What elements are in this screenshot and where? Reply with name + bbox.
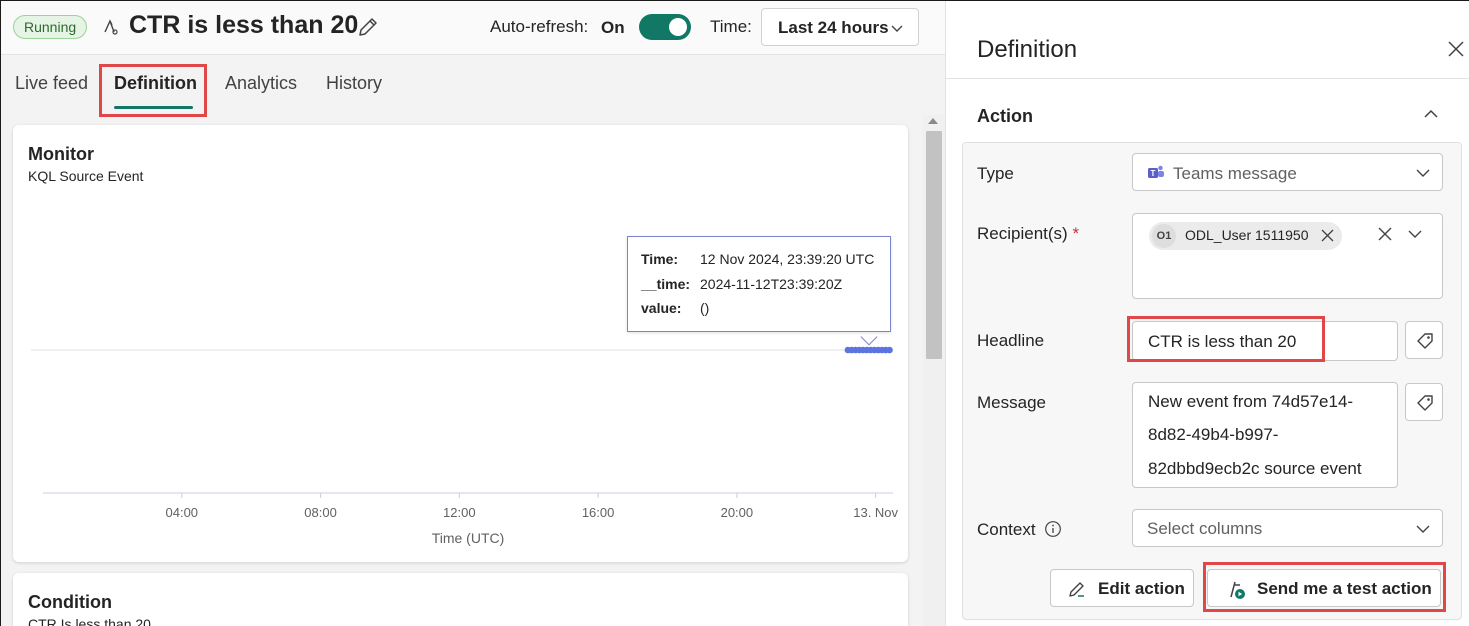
chevron-down-icon [890,21,904,35]
context-placeholder: Select columns [1147,519,1263,538]
teams-icon: T [1147,164,1165,187]
main-area: Running CTR is less than 20 Auto-refresh… [1,1,945,626]
type-label: Type [977,164,1014,183]
scroll-up-arrow-icon[interactable] [928,118,938,124]
headline-label: Headline [977,331,1045,350]
tab-live-feed[interactable]: Live feed [15,73,88,94]
tooltip-time-value: 12 Nov 2024, 23:39:20 UTC [700,251,875,267]
status-badge: Running [13,15,88,39]
avatar: O1 [1152,224,1176,248]
edit-action-icon [1067,579,1087,604]
recipients-field[interactable]: O1 ODL_User 1511950 [1132,213,1443,299]
tab-history[interactable]: History [326,73,382,94]
send-test-highlight [1203,562,1446,612]
recipient-pill: O1 ODL_User 1511950 [1149,222,1342,250]
x-tick-label: 13. Nov [853,505,898,520]
message-tag-button[interactable] [1405,383,1443,421]
x-axis-label: Time (UTC) [432,530,505,546]
time-range-dropdown[interactable]: Last 24 hours [761,8,919,46]
recipient-name: ODL_User 1511950 [1185,227,1309,243]
message-line-2: 8d82-49b4-b997- [1148,425,1279,444]
edit-action-label: Edit action [1098,579,1185,598]
type-value: Teams message [1173,164,1297,183]
condition-card: Condition CTR Is less than 20 [13,573,908,626]
condition-title: Condition [28,592,112,612]
time-range-value: Last 24 hours [778,18,889,37]
autorefresh-label: Auto-refresh: [490,17,589,36]
definition-tab-highlight [99,64,207,117]
definition-panel: Definition Action Type T Teams message R… [945,1,1469,626]
page-title: CTR is less than 20 [129,11,359,39]
message-line-1: New event from 74d57e14- [1148,392,1354,411]
tab-analytics[interactable]: Analytics [225,73,297,94]
chevron-down-icon [1415,165,1431,181]
monitor-chart[interactable]: 04:00 08:00 12:00 16:00 20:00 13. Nov Time (UT… [13,125,908,562]
edit-action-button[interactable]: Edit action [1050,569,1194,607]
rule-icon [101,17,121,37]
chevron-down-icon [1415,521,1431,537]
tooltip-value-key: value: [641,300,682,316]
action-section-label: Action [977,106,1033,126]
message-line-3: 82dbbd9ecb2c source event [1148,459,1362,478]
x-tick-label: 20:00 [721,505,754,520]
chevron-up-icon[interactable] [1422,105,1440,123]
type-dropdown[interactable]: T Teams message [1132,153,1443,191]
panel-title: Definition [977,36,1078,63]
message-label: Message [977,393,1046,412]
x-tick-label: 08:00 [304,505,337,520]
tooltip-ttime-value: 2024-11-12T23:39:20Z [700,276,843,292]
headline-highlight [1127,316,1325,362]
tooltip-time-key: Time: [641,251,679,267]
scrollbar-thumb[interactable] [926,131,942,359]
context-dropdown[interactable]: Select columns [1132,509,1443,547]
pencil-icon[interactable] [356,15,380,39]
message-input[interactable]: New event from 74d57e14- 8d82-49b4-b997-… [1132,382,1398,488]
required-mark: * [1072,224,1080,243]
recipients-label: Recipient(s) * [977,224,1079,244]
header-bar: Running CTR is less than 20 Auto-refresh… [1,1,945,55]
close-icon[interactable] [1446,39,1466,59]
recipients-label-text: Recipient(s) [977,224,1068,243]
toggle-knob [669,18,687,36]
headline-tag-button[interactable] [1405,321,1443,359]
x-tick-label: 16:00 [582,505,615,520]
x-tick-label: 12:00 [443,505,476,520]
autorefresh-toggle[interactable] [639,14,691,40]
tooltip-value-value: () [700,300,710,316]
context-label: Context [977,520,1036,539]
svg-text:T: T [1151,169,1156,178]
remove-recipient-icon[interactable] [1321,229,1334,242]
monitor-card: Monitor KQL Source Event 04:00 08:00 12:00… [13,125,908,562]
tooltip-ttime-key: __time: [641,276,691,292]
x-tick-label: 04:00 [166,505,199,520]
chart-tooltip: Time: 12 Nov 2024, 23:39:20 UTC __time: 20… [627,236,891,332]
autorefresh-state: On [601,18,625,37]
time-label: Time: [710,17,752,36]
panel-divider [946,78,1469,79]
data-point [886,346,893,354]
info-icon[interactable] [1044,520,1062,538]
condition-subtitle: CTR Is less than 20 [28,616,151,626]
chevron-down-icon[interactable] [1407,226,1423,242]
clear-recipients-icon[interactable] [1377,226,1393,242]
